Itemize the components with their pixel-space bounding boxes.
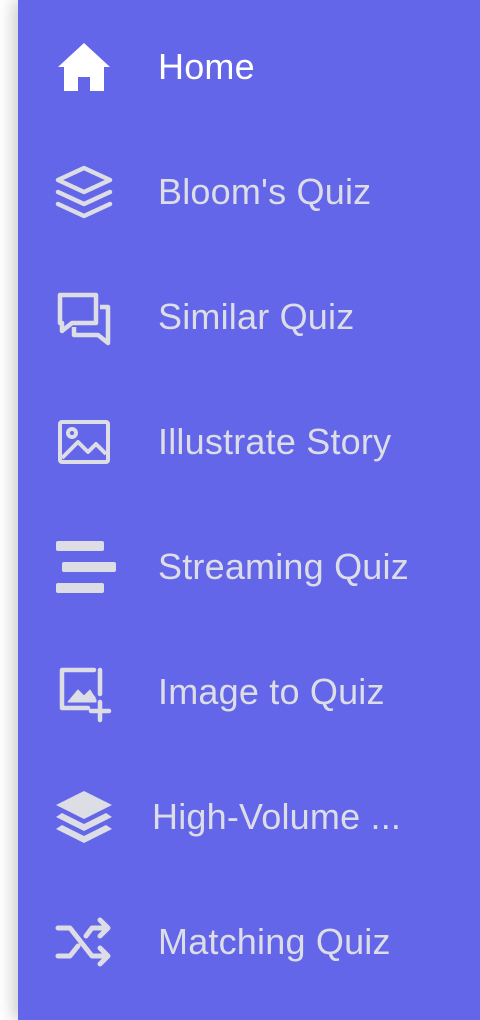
sidebar-item-home[interactable]: Home [18,12,480,122]
sidebar-item-blooms-quiz[interactable]: Bloom's Quiz [18,137,480,247]
sidebar-item-label: Streaming Quiz [158,546,409,587]
sidebar-item-label: Illustrate Story [158,421,392,462]
sidebar-item-streaming-quiz[interactable]: Streaming Quiz [18,512,480,622]
sidebar-nav: Home Bloom's Quiz Similar Quiz Illustrat… [18,0,480,1020]
home-icon [48,31,120,103]
bars-icon [48,531,120,603]
shuffle-icon [48,906,120,978]
sidebar-item-label: High-Volume ... [152,796,402,837]
sidebar-item-label: Matching Quiz [158,921,391,962]
image-add-icon [48,656,120,728]
sidebar-item-high-volume[interactable]: High-Volume ... [18,762,480,872]
sidebar-item-illustrate-story[interactable]: Illustrate Story [18,387,480,497]
image-icon [48,406,120,478]
sidebar-item-label: Image to Quiz [158,671,385,712]
sidebar-item-label: Similar Quiz [158,296,355,337]
sidebar-item-similar-quiz[interactable]: Similar Quiz [18,262,480,372]
chat-bubbles-icon [48,281,120,353]
layers-solid-icon [48,781,120,853]
sidebar-item-label: Home [158,46,255,87]
sidebar-item-label: Bloom's Quiz [158,171,372,212]
sidebar-item-image-to-quiz[interactable]: Image to Quiz [18,637,480,747]
sidebar-item-matching-quiz[interactable]: Matching Quiz [18,887,480,997]
layers-outline-icon [48,156,120,228]
